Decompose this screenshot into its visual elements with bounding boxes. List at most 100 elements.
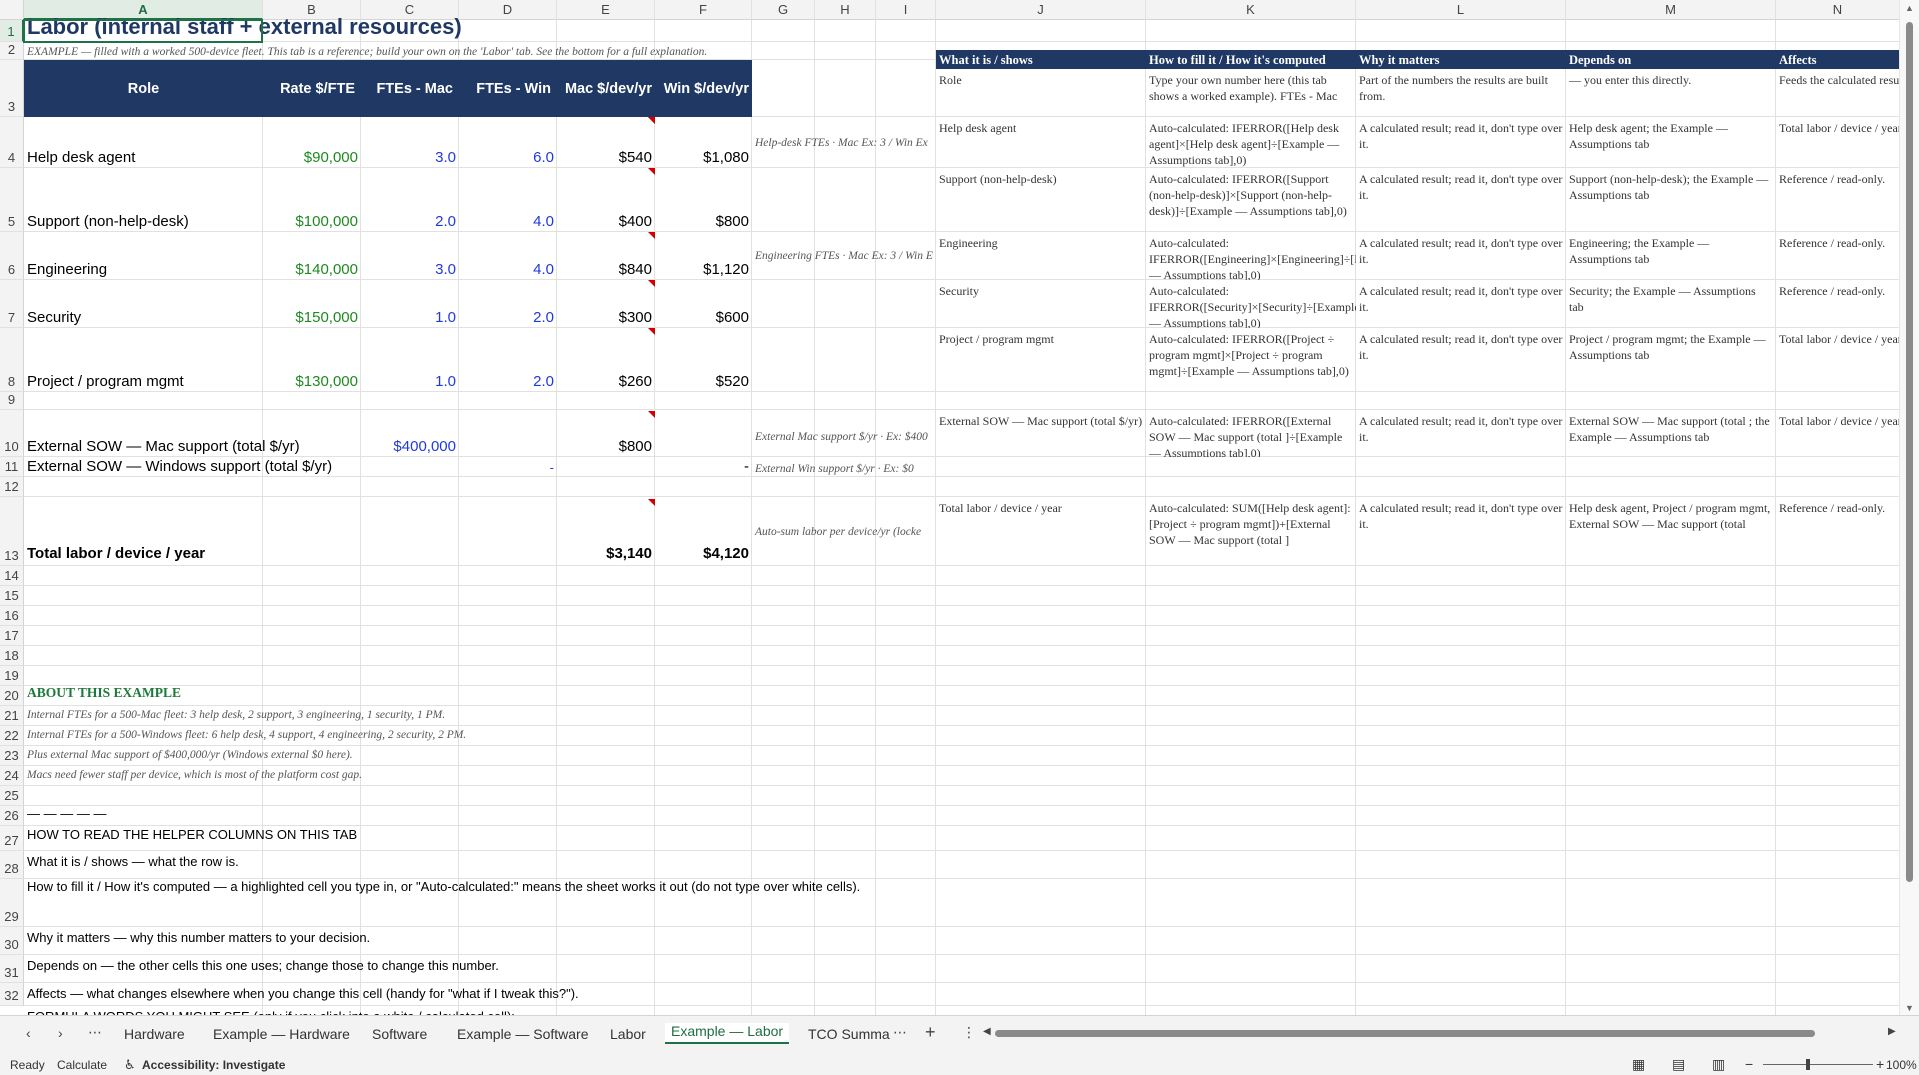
helper-aff-cell[interactable]: Feeds the calculated results on other ta… bbox=[1776, 69, 1900, 117]
mac-cost-per-device[interactable]: $540 bbox=[557, 117, 655, 168]
more-sheets-icon[interactable]: ⋯ bbox=[88, 1024, 102, 1041]
horizontal-scrollbar[interactable] bbox=[995, 1027, 1815, 1039]
page-layout-icon[interactable]: ▤ bbox=[1672, 1056, 1685, 1073]
win-cost-per-device[interactable]: $1,080 bbox=[655, 117, 752, 168]
more-tabs-icon[interactable]: ⋯ bbox=[893, 1024, 907, 1041]
vertical-scrollbar[interactable]: ▲ ▼ bbox=[1899, 0, 1919, 1015]
helper-aff-cell[interactable]: Reference / read-only. bbox=[1776, 497, 1900, 566]
external-mac-note[interactable]: External Mac support $/yr · Ex: $400 bbox=[752, 425, 936, 445]
tab-options-icon[interactable]: ⋮ bbox=[962, 1024, 976, 1041]
rate-per-fte[interactable]: $90,000 bbox=[263, 117, 361, 168]
rate-per-fte[interactable]: $130,000 bbox=[263, 328, 361, 392]
about-line[interactable]: Internal FTEs for a 500-Mac fleet: 3 hel… bbox=[24, 704, 448, 723]
external-mac-per-device[interactable]: $800 bbox=[557, 437, 655, 457]
column-header-k[interactable]: K bbox=[1146, 0, 1356, 20]
scroll-up-icon[interactable]: ▲ bbox=[1905, 3, 1914, 13]
helper-why-cell[interactable]: A calculated result; read it, don't type… bbox=[1356, 328, 1566, 392]
header-rate[interactable]: Rate $/FTE bbox=[263, 60, 361, 117]
zoom-in-icon[interactable]: + bbox=[1876, 1056, 1884, 1072]
helper-why-cell[interactable]: A calculated result; read it, don't type… bbox=[1356, 168, 1566, 232]
column-header-f[interactable]: F bbox=[655, 0, 752, 20]
zoom-level[interactable]: 100% bbox=[1886, 1058, 1917, 1072]
helper-why-cell[interactable]: A calculated result; read it, don't type… bbox=[1356, 232, 1566, 280]
row-header-14[interactable]: 14 bbox=[0, 566, 24, 586]
ftes-mac[interactable]: 3.0 bbox=[361, 232, 459, 280]
sheet-tab-example-labor[interactable]: Example — Labor bbox=[665, 1023, 790, 1044]
role-input-note[interactable] bbox=[752, 280, 936, 312]
row-header-18[interactable]: 18 bbox=[0, 646, 24, 666]
row-header-22[interactable]: 22 bbox=[0, 726, 24, 746]
sheet-tab-tco-summary[interactable]: TCO Summa bbox=[808, 1026, 890, 1042]
ftes-mac[interactable]: 1.0 bbox=[361, 328, 459, 392]
scroll-down-icon[interactable]: ▼ bbox=[1905, 1003, 1914, 1013]
sheet-tab-example-software[interactable]: Example — Software bbox=[457, 1026, 589, 1042]
row-header-7[interactable]: 7 bbox=[0, 280, 24, 328]
helper-aff-cell[interactable]: Total labor / device / year bbox=[1776, 117, 1900, 168]
about-line[interactable]: Macs need fewer staff per device, which … bbox=[24, 764, 365, 783]
win-cost-per-device[interactable]: $600 bbox=[655, 280, 752, 328]
ftes-win[interactable]: 2.0 bbox=[459, 328, 557, 392]
sheet-tab-software[interactable]: Software bbox=[372, 1026, 427, 1042]
helper-why-cell[interactable]: A calculated result; read it, don't type… bbox=[1356, 410, 1566, 457]
row-header-1[interactable]: 1 bbox=[0, 20, 24, 42]
zoom-slider-thumb[interactable] bbox=[1806, 1059, 1810, 1070]
row-header-3[interactable]: 3 bbox=[0, 60, 24, 117]
column-header-d[interactable]: D bbox=[459, 0, 557, 20]
prev-sheet-icon[interactable]: ‹ bbox=[26, 1025, 31, 1041]
row-header-21[interactable]: 21 bbox=[0, 706, 24, 726]
ftes-mac[interactable]: 1.0 bbox=[361, 280, 459, 328]
helper-why-cell[interactable]: A calculated result; read it, don't type… bbox=[1356, 280, 1566, 328]
separator-dashes[interactable]: — — — — — bbox=[24, 804, 109, 823]
win-cost-per-device[interactable]: $520 bbox=[655, 328, 752, 392]
zoom-slider[interactable] bbox=[1763, 1064, 1873, 1065]
column-header-m[interactable]: M bbox=[1566, 0, 1776, 20]
helper-dep-cell[interactable]: Security; the Example — Assumptions tab bbox=[1566, 280, 1776, 328]
helper-header-depends[interactable]: Depends on bbox=[1566, 50, 1776, 69]
header-win-dev[interactable]: Win $/dev/yr bbox=[655, 60, 752, 117]
header-mac-dev[interactable]: Mac $/dev/yr bbox=[557, 60, 655, 117]
rate-per-fte[interactable]: $150,000 bbox=[263, 280, 361, 328]
column-header-n[interactable]: N bbox=[1776, 0, 1900, 20]
helper-dep-cell[interactable]: Support (non-help-desk); the Example — A… bbox=[1566, 168, 1776, 232]
total-win[interactable]: $4,120 bbox=[655, 544, 752, 564]
role-name[interactable]: Help desk agent bbox=[24, 117, 263, 168]
helper-why-cell[interactable]: Part of the numbers the results are buil… bbox=[1356, 69, 1566, 117]
helper-how-cell[interactable]: Auto-calculated: SUM([Help desk agent]:[… bbox=[1146, 497, 1356, 566]
role-name[interactable]: Project / program mgmt bbox=[24, 328, 263, 392]
scroll-left-icon[interactable]: ◀ bbox=[983, 1026, 991, 1037]
helper-what-cell[interactable]: Help desk agent bbox=[936, 117, 1146, 168]
helper-header-affects[interactable]: Affects bbox=[1776, 50, 1900, 69]
howto-line[interactable]: FORMULA WORDS YOU MIGHT SEE (only if you… bbox=[24, 1006, 518, 1015]
helper-what-cell[interactable]: Security bbox=[936, 280, 1146, 328]
row-header-26[interactable]: 26 bbox=[0, 806, 24, 826]
mac-cost-per-device[interactable]: $300 bbox=[557, 280, 655, 328]
external-mac-total[interactable]: $400,000 bbox=[361, 437, 459, 457]
helper-how-cell[interactable]: Auto-calculated: IFERROR([Support (non-h… bbox=[1146, 168, 1356, 232]
helper-how-cell[interactable]: Auto-calculated: IFERROR([Engineering]×[… bbox=[1146, 232, 1356, 280]
howto-line[interactable]: Why it matters — why this number matters… bbox=[24, 927, 373, 947]
ftes-win[interactable]: 4.0 bbox=[459, 232, 557, 280]
ftes-mac[interactable]: 3.0 bbox=[361, 117, 459, 168]
normal-view-icon[interactable]: ▦ bbox=[1632, 1056, 1645, 1073]
row-header-6[interactable]: 6 bbox=[0, 232, 24, 280]
helper-aff-cell[interactable]: Total labor / device / year bbox=[1776, 410, 1900, 457]
role-name[interactable]: Support (non-help-desk) bbox=[24, 168, 263, 232]
mac-cost-per-device[interactable]: $840 bbox=[557, 232, 655, 280]
helper-dep-cell[interactable]: Engineering; the Example — Assumptions t… bbox=[1566, 232, 1776, 280]
helper-what-cell[interactable]: External SOW — Mac support (total $/yr) bbox=[936, 410, 1146, 457]
column-header-i[interactable]: I bbox=[876, 0, 936, 20]
helper-why-cell[interactable]: A calculated result; read it, don't type… bbox=[1356, 117, 1566, 168]
total-label[interactable]: Total labor / device / year bbox=[24, 544, 208, 564]
row-header-10[interactable]: 10 bbox=[0, 410, 24, 457]
row-header-27[interactable]: 27 bbox=[0, 826, 24, 851]
howto-line[interactable]: Affects — what changes elsewhere when yo… bbox=[24, 983, 582, 1003]
helper-dep-cell[interactable]: Project / program mgmt; the Example — As… bbox=[1566, 328, 1776, 392]
about-line[interactable]: Plus external Mac support of $400,000/yr… bbox=[24, 744, 356, 763]
calculate-button[interactable]: Calculate bbox=[57, 1058, 107, 1072]
role-input-note[interactable] bbox=[752, 168, 936, 208]
spreadsheet-grid[interactable]: ABCDEFGHIJKLMN 1 2 3 4 5 6 7 8 9 10 11 12 13 14 15 16 17… bbox=[0, 0, 1900, 1015]
helper-what-cell[interactable]: Role bbox=[936, 69, 1146, 117]
about-line[interactable]: Internal FTEs for a 500-Windows fleet: 6… bbox=[24, 724, 469, 743]
helper-what-cell[interactable]: Engineering bbox=[936, 232, 1146, 280]
helper-aff-cell[interactable]: Total labor / device / year bbox=[1776, 328, 1900, 392]
